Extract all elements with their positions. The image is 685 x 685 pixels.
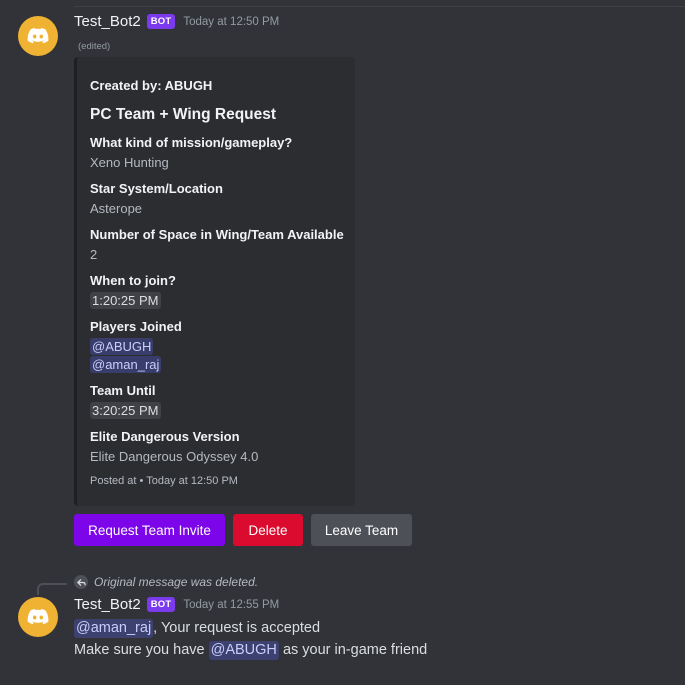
reply-preview[interactable]: Original message was deleted. [94, 575, 258, 589]
field-value-join-time: 1:20:25 PM [90, 292, 161, 309]
bot-tag: BOT [146, 597, 176, 612]
bot-avatar[interactable] [18, 597, 58, 637]
field-name-players: Players Joined [90, 319, 182, 334]
message-header: Test_Bot2 BOT Today at 12:55 PM [74, 596, 279, 613]
field-value-player-1: @ABUGH [90, 338, 154, 355]
reply-connector [37, 583, 67, 595]
embed-title: PC Team + Wing Request [90, 106, 277, 123]
field-name-location: Star System/Location [90, 181, 223, 196]
field-value-version: Elite Dangerous Odyssey 4.0 [90, 449, 259, 464]
field-name-join-time: When to join? [90, 273, 176, 288]
message-text: as your in-game friend [282, 642, 428, 658]
field-value-player-2: @aman_raj [90, 356, 162, 373]
message-header: Test_Bot2 BOT Today at 12:50 PM [74, 13, 279, 30]
field-value-space: 2 [90, 247, 98, 262]
username[interactable]: Test_Bot2 [74, 596, 141, 613]
embed-card: Created by: ABUGH PC Team + Wing Request… [74, 57, 355, 506]
message-line-2: Make sure you have @ABUGH as your in-gam… [74, 641, 427, 660]
delete-button[interactable]: Delete [233, 514, 303, 546]
message-text: Make sure you have [74, 642, 205, 658]
request-team-invite-button[interactable]: Request Team Invite [74, 514, 225, 546]
discord-logo-icon [27, 609, 49, 625]
field-value-team-until: 3:20:25 PM [90, 402, 161, 419]
field-name-mission: What kind of mission/gameplay? [90, 135, 293, 150]
embed-author: Created by: ABUGH [90, 78, 213, 93]
timestamp-chip[interactable]: 3:20:25 PM [90, 402, 161, 419]
top-divider [74, 6, 685, 7]
message-timestamp[interactable]: Today at 12:55 PM [183, 599, 279, 611]
user-mention[interactable]: @aman_raj [90, 356, 162, 373]
edited-label: (edited) [78, 41, 111, 52]
timestamp-chip[interactable]: 1:20:25 PM [90, 292, 161, 309]
bot-tag: BOT [146, 14, 176, 29]
username[interactable]: Test_Bot2 [74, 13, 141, 30]
message-timestamp[interactable]: Today at 12:50 PM [183, 16, 279, 28]
reply-arrow-icon [74, 575, 88, 589]
bot-avatar[interactable] [18, 16, 58, 56]
field-value-location: Asterope [90, 201, 143, 216]
field-value-mission: Xeno Hunting [90, 155, 169, 170]
message-text: , Your request is accepted [153, 620, 321, 636]
leave-team-button[interactable]: Leave Team [311, 514, 412, 546]
user-mention[interactable]: @ABUGH [208, 641, 279, 660]
field-name-space: Number of Space in Wing/Team Available [90, 227, 344, 242]
field-name-version: Elite Dangerous Version [90, 429, 240, 444]
discord-logo-icon [27, 28, 49, 44]
chat-view: Test_Bot2 BOT Today at 12:50 PM (edited)… [0, 0, 685, 685]
user-mention[interactable]: @aman_raj [74, 619, 154, 638]
field-name-team-until: Team Until [90, 383, 156, 398]
message-line-1: @aman_raj, Your request is accepted [74, 619, 320, 638]
embed-footer: Posted at • Today at 12:50 PM [90, 475, 238, 487]
user-mention[interactable]: @ABUGH [90, 338, 154, 355]
